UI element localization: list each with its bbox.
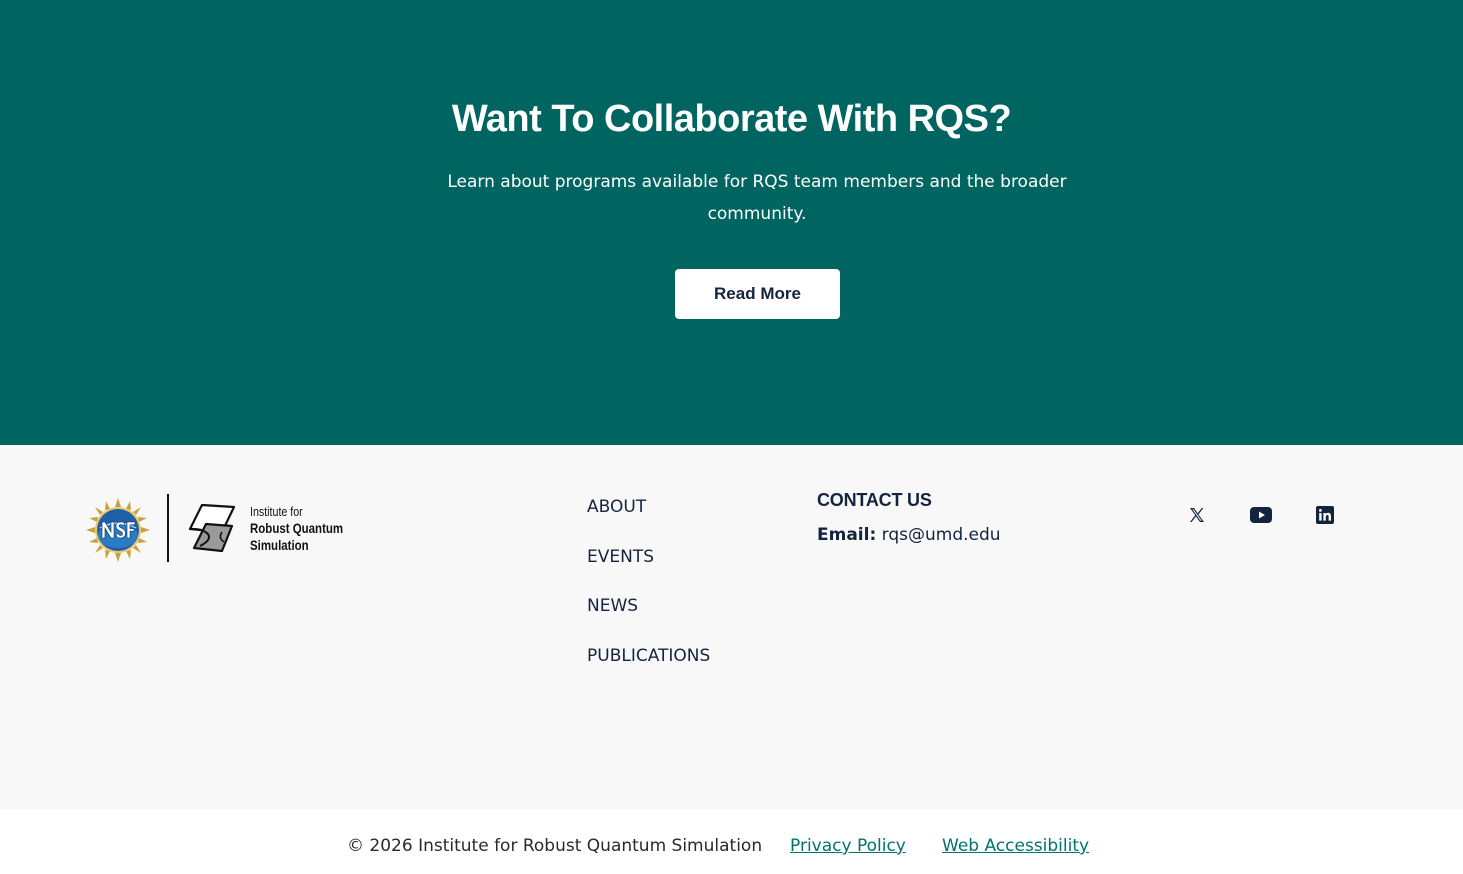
footer-nav-about[interactable]: ABOUT	[587, 495, 710, 545]
logo-line-1: Institute for	[250, 504, 303, 519]
nsf-logo-icon	[86, 498, 150, 562]
contact-heading: CONTACT US	[817, 490, 932, 510]
collaborate-section: Want To Collaborate With RQS? Learn abou…	[0, 0, 1463, 445]
cta-title: Want To Collaborate With RQS?	[451, 98, 1012, 140]
footer-nav-news[interactable]: NEWS	[587, 594, 710, 644]
x-twitter-icon	[1190, 508, 1204, 522]
copyright-text: © 2026 Institute for Robust Quantum Simu…	[347, 836, 763, 856]
irqs-logo-text: Institute for Robust Quantum Simulation	[250, 503, 344, 554]
read-more-button[interactable]: Read More	[675, 269, 840, 319]
bottom-bar: © 2026 Institute for Robust Quantum Simu…	[0, 809, 1463, 874]
x-twitter-link[interactable]	[1184, 503, 1210, 527]
logo-line-2: Robust Quantum	[250, 520, 344, 536]
web-accessibility-link[interactable]: Web Accessibility	[942, 836, 1089, 856]
privacy-policy-link[interactable]: Privacy Policy	[790, 836, 906, 856]
youtube-icon	[1250, 507, 1272, 523]
irqs-mark-icon	[188, 503, 236, 553]
footer-nav-publications[interactable]: PUBLICATIONS	[587, 644, 710, 694]
footer-nav-events[interactable]: EVENTS	[587, 545, 710, 595]
footer-nav: ABOUT EVENTS NEWS PUBLICATIONS	[587, 495, 710, 693]
contact-email-line: Email: rqs@umd.edu	[817, 525, 1137, 545]
cta-description: Learn about programs available for RQS t…	[447, 172, 1067, 224]
youtube-link[interactable]	[1248, 503, 1274, 527]
email-link[interactable]: rqs@umd.edu	[882, 525, 1001, 545]
linkedin-link[interactable]	[1312, 503, 1338, 527]
site-footer: Institute for Robust Quantum Simulation …	[0, 445, 1463, 809]
contact-block: CONTACT US Email: rqs@umd.edu	[817, 490, 1137, 545]
social-links	[1184, 503, 1344, 527]
footer-logos[interactable]: Institute for Robust Quantum Simulation	[86, 494, 346, 564]
logo-line-3: Simulation	[250, 537, 309, 553]
email-label: Email:	[817, 525, 877, 545]
logo-divider	[167, 494, 169, 562]
linkedin-icon	[1316, 506, 1334, 524]
